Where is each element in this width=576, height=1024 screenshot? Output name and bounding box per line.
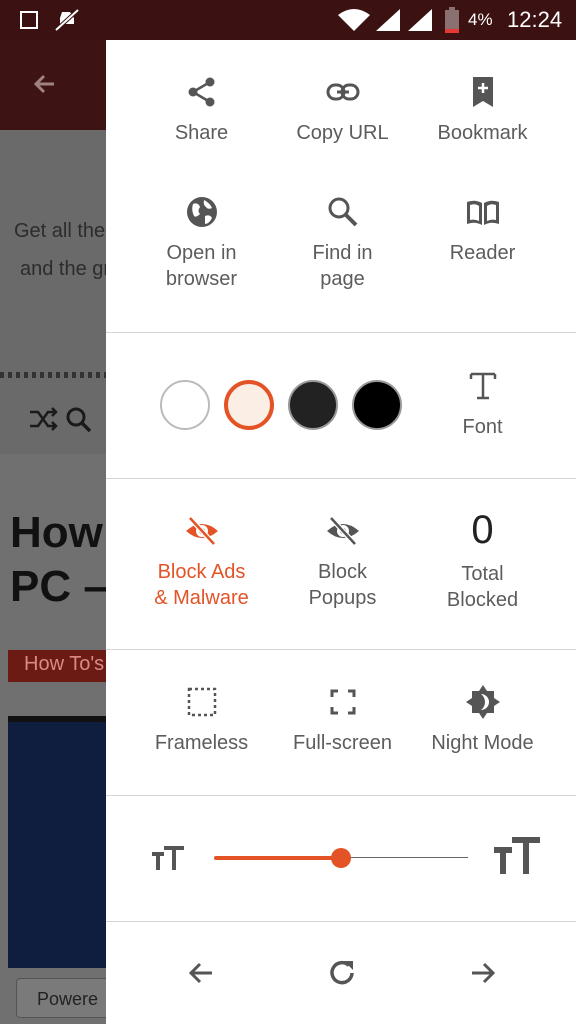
mute-icon [54, 8, 80, 32]
eye-off-icon [185, 516, 218, 546]
status-bar: 4% 12:24 [0, 0, 576, 40]
find-in-page-label: Find in page [312, 242, 373, 290]
bookmark-label: Bookmark [437, 122, 528, 144]
reader-button[interactable]: Reader [412, 194, 553, 266]
text-size-small-icon [152, 846, 184, 870]
background-text-line: and the gre [20, 258, 106, 280]
signal-icon [376, 9, 400, 31]
divider [0, 372, 106, 378]
share-icon [188, 77, 214, 107]
night-mode-label: Night Mode [431, 732, 534, 754]
block-ads-label: Block Ads & Malware [154, 561, 249, 609]
share-button[interactable]: Share [131, 74, 272, 146]
open-in-browser-button[interactable]: Open in browser [131, 194, 272, 292]
battery-icon [445, 7, 459, 33]
copy-url-button[interactable]: Copy URL [272, 74, 413, 146]
modes-section: Frameless Full-screen Night Mode [106, 650, 576, 796]
fullscreen-icon [330, 689, 355, 715]
signal-icon-2 [408, 9, 432, 31]
reload-icon[interactable] [325, 956, 359, 990]
bookmark-button[interactable]: Bookmark [412, 74, 553, 146]
total-blocked-count: 0 [471, 508, 494, 552]
back-arrow-icon[interactable] [184, 956, 218, 990]
shuffle-search-icon [30, 407, 92, 433]
total-blocked-label: Total Blocked [446, 563, 519, 611]
eye-off-icon [326, 516, 359, 546]
background-text-line: Get all the la [14, 220, 106, 242]
copy-url-label: Copy URL [296, 122, 389, 144]
actions-section: Share Copy URL Bookmark Open in browser … [106, 40, 576, 333]
text-size-fill [214, 856, 341, 860]
night-mode-button[interactable]: Night Mode [412, 684, 553, 756]
theme-white-swatch[interactable] [160, 380, 210, 430]
frameless-button[interactable]: Frameless [131, 684, 272, 756]
blocking-section: Block Ads & Malware Block Popups 0 Total Bl… [106, 479, 576, 650]
total-blocked: 0 Total Blocked [412, 509, 553, 613]
powered-by-badge: Powere [16, 978, 106, 1018]
fullscreen-label: Full-screen [293, 732, 392, 754]
search-icon [328, 197, 357, 227]
background-header [0, 40, 106, 130]
find-in-page-button[interactable]: Find in page [272, 194, 413, 292]
text-size-slider-knob[interactable] [331, 848, 351, 868]
wifi-icon [338, 9, 370, 31]
category-tag: How To's [8, 650, 106, 682]
background-page: Get all the la and the gre How T PC – Ho… [0, 40, 106, 1024]
bookmark-icon [472, 77, 493, 107]
share-label: Share [174, 122, 229, 144]
back-arrow-icon[interactable] [28, 68, 60, 100]
frameless-label: Frameless [154, 732, 249, 754]
fullscreen-button[interactable]: Full-screen [272, 684, 413, 756]
block-ads-button[interactable]: Block Ads & Malware [131, 513, 272, 611]
theme-sepia-swatch[interactable] [224, 380, 274, 430]
article-headline: How T PC – [10, 508, 106, 611]
night-mode-icon [465, 685, 500, 719]
reader-label: Reader [449, 242, 516, 264]
font-button[interactable]: Font [412, 368, 553, 440]
book-icon [466, 200, 499, 225]
theme-black-swatch[interactable] [352, 380, 402, 430]
globe-icon [186, 197, 217, 227]
theme-dark-swatch[interactable] [288, 380, 338, 430]
article-image [8, 716, 106, 968]
browser-menu-panel: Share Copy URL Bookmark Open in browser … [106, 40, 576, 1024]
block-popups-label: Block Popups [308, 561, 377, 609]
block-popups-button[interactable]: Block Popups [272, 513, 413, 611]
link-icon [326, 83, 359, 101]
text-size-large-icon [494, 837, 540, 874]
notification-square-icon [20, 11, 38, 29]
open-in-browser-label: Open in browser [165, 242, 238, 290]
font-label: Font [462, 416, 503, 438]
forward-arrow-icon[interactable] [466, 956, 500, 990]
battery-percent: 4% [468, 10, 493, 29]
clock: 12:24 [507, 7, 563, 32]
frameless-icon [187, 687, 216, 717]
font-icon [469, 372, 496, 400]
